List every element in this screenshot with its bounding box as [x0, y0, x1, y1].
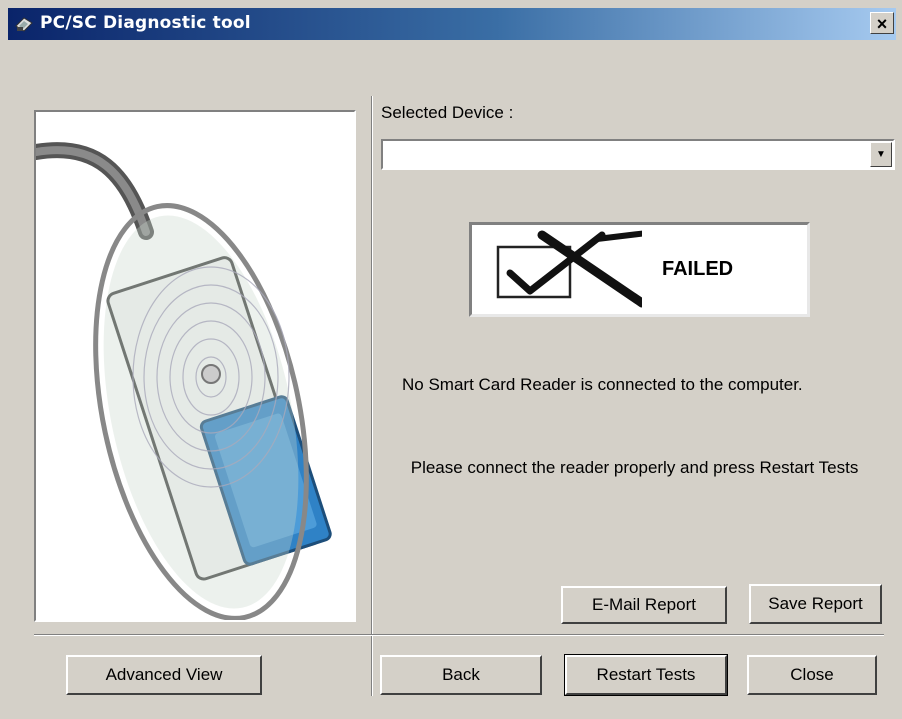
vertical-divider	[371, 96, 373, 696]
selected-device-label: Selected Device :	[381, 103, 514, 122]
save-report-button[interactable]: Save Report	[749, 584, 882, 624]
advanced-view-button[interactable]: Advanced View	[66, 655, 262, 695]
instruction-message: Please connect the reader properly and p…	[406, 458, 859, 477]
window-close-button[interactable]: ×	[870, 12, 894, 34]
smart-card-reader-illustration	[36, 142, 332, 620]
selected-device-dropdown[interactable]: ▼	[381, 139, 895, 170]
restart-tests-button[interactable]: Restart Tests	[564, 654, 728, 696]
back-button[interactable]: Back	[380, 655, 542, 695]
title-bar[interactable]: PC/SC Diagnostic tool ×	[8, 8, 896, 40]
email-report-button[interactable]: E-Mail Report	[561, 586, 727, 624]
close-icon: ×	[876, 14, 888, 34]
window-title: PC/SC Diagnostic tool	[40, 13, 251, 33]
dropdown-arrow-button[interactable]: ▼	[870, 142, 892, 167]
reader-illustration-panel	[34, 110, 356, 622]
app-icon	[15, 17, 33, 32]
status-message: No Smart Card Reader is connected to the…	[402, 375, 803, 394]
diagnostic-window: PC/SC Diagnostic tool × Selected Device …	[0, 0, 902, 719]
status-text: FAILED	[662, 258, 734, 280]
horizontal-divider	[34, 634, 884, 636]
status-indicator: FAILED	[469, 222, 810, 317]
failed-check-icon	[496, 230, 642, 308]
close-button[interactable]: Close	[747, 655, 877, 695]
chevron-down-icon: ▼	[876, 149, 886, 160]
